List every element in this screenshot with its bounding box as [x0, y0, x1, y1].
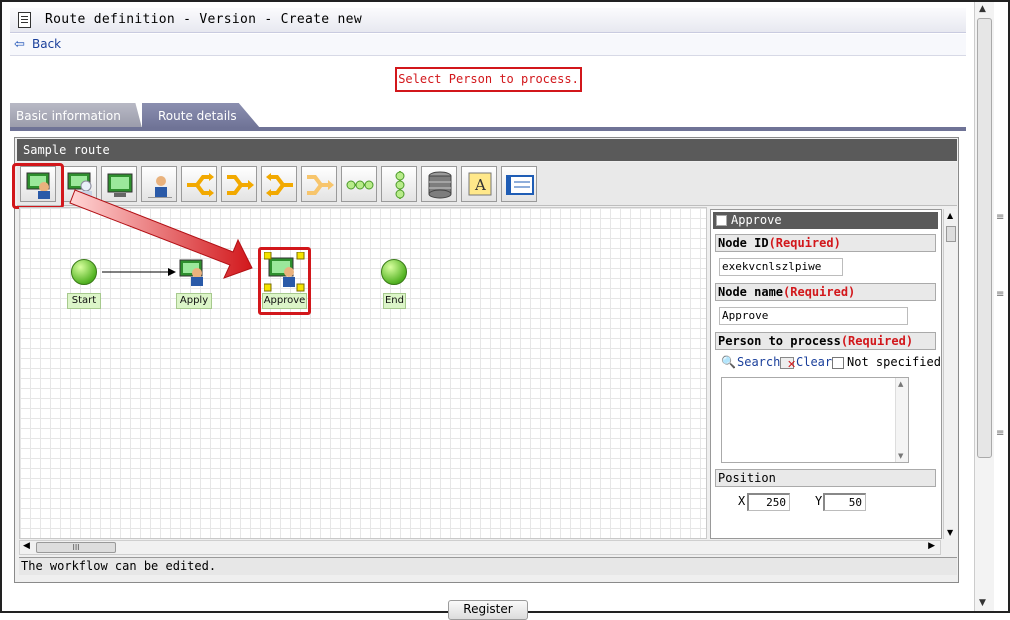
person-label: Person to process	[718, 334, 841, 348]
properties-heading-label: Approve	[731, 213, 782, 227]
node-name-section: Node name(Required)	[715, 283, 936, 301]
person-section: Person to process(Required)	[715, 332, 936, 350]
properties-heading[interactable]: Approve	[713, 212, 938, 229]
search-link[interactable]: Search	[737, 355, 780, 369]
node-id-section: Node ID(Required)	[715, 234, 936, 252]
apply-node-label[interactable]: Apply	[176, 293, 212, 309]
required-marker: (Required)	[840, 334, 914, 348]
end-node-icon[interactable]	[381, 259, 407, 285]
person-list[interactable]: ▲ ▼	[721, 377, 909, 463]
x-label: X	[738, 494, 746, 508]
register-button[interactable]: Register	[448, 600, 528, 620]
position-section: Position	[715, 469, 936, 487]
status-bar: The workflow can be edited.	[19, 557, 957, 575]
search-icon[interactable]: 🔍	[721, 355, 736, 369]
properties-scrollbar[interactable]: ▲ ▼	[943, 209, 957, 539]
node-id-label: Node ID	[718, 236, 769, 250]
clear-icon[interactable]: ✕	[780, 357, 796, 370]
start-node-label[interactable]: Start	[67, 293, 101, 309]
canvas-scroll-thumb[interactable]: III	[36, 542, 116, 553]
canvas-horizontal-scrollbar[interactable]: ◀ III ▶	[19, 540, 941, 555]
selected-node-highlight	[258, 247, 311, 315]
node-id-field[interactable]: exekvcnlszlpiwe	[719, 258, 843, 276]
not-specified-label: Not specified	[847, 355, 941, 369]
properties-scroll-thumb[interactable]	[946, 226, 956, 242]
collapse-icon[interactable]	[716, 215, 727, 226]
x-position-field[interactable]: 250	[747, 493, 790, 511]
person-list-scrollbar[interactable]: ▲ ▼	[895, 378, 908, 462]
node-name-label: Node name	[718, 285, 784, 299]
scroll-left-icon[interactable]: ◀	[23, 541, 30, 551]
end-node-label[interactable]: End	[383, 293, 406, 309]
hint-arrow-icon	[69, 189, 253, 279]
apply-node-icon[interactable]	[178, 258, 210, 288]
y-position-field[interactable]: 50	[823, 493, 866, 511]
required-marker: (Required)	[768, 236, 841, 250]
scroll-right-icon[interactable]: ▶	[928, 541, 935, 551]
clear-link[interactable]: Clear	[796, 355, 832, 369]
start-node-icon[interactable]	[71, 259, 97, 285]
not-specified-checkbox[interactable]	[832, 357, 844, 369]
node-name-field[interactable]: Approve	[719, 307, 908, 325]
required-marker: (Required)	[783, 285, 856, 299]
y-label: Y	[815, 494, 823, 508]
connector-arrowhead	[168, 268, 176, 276]
